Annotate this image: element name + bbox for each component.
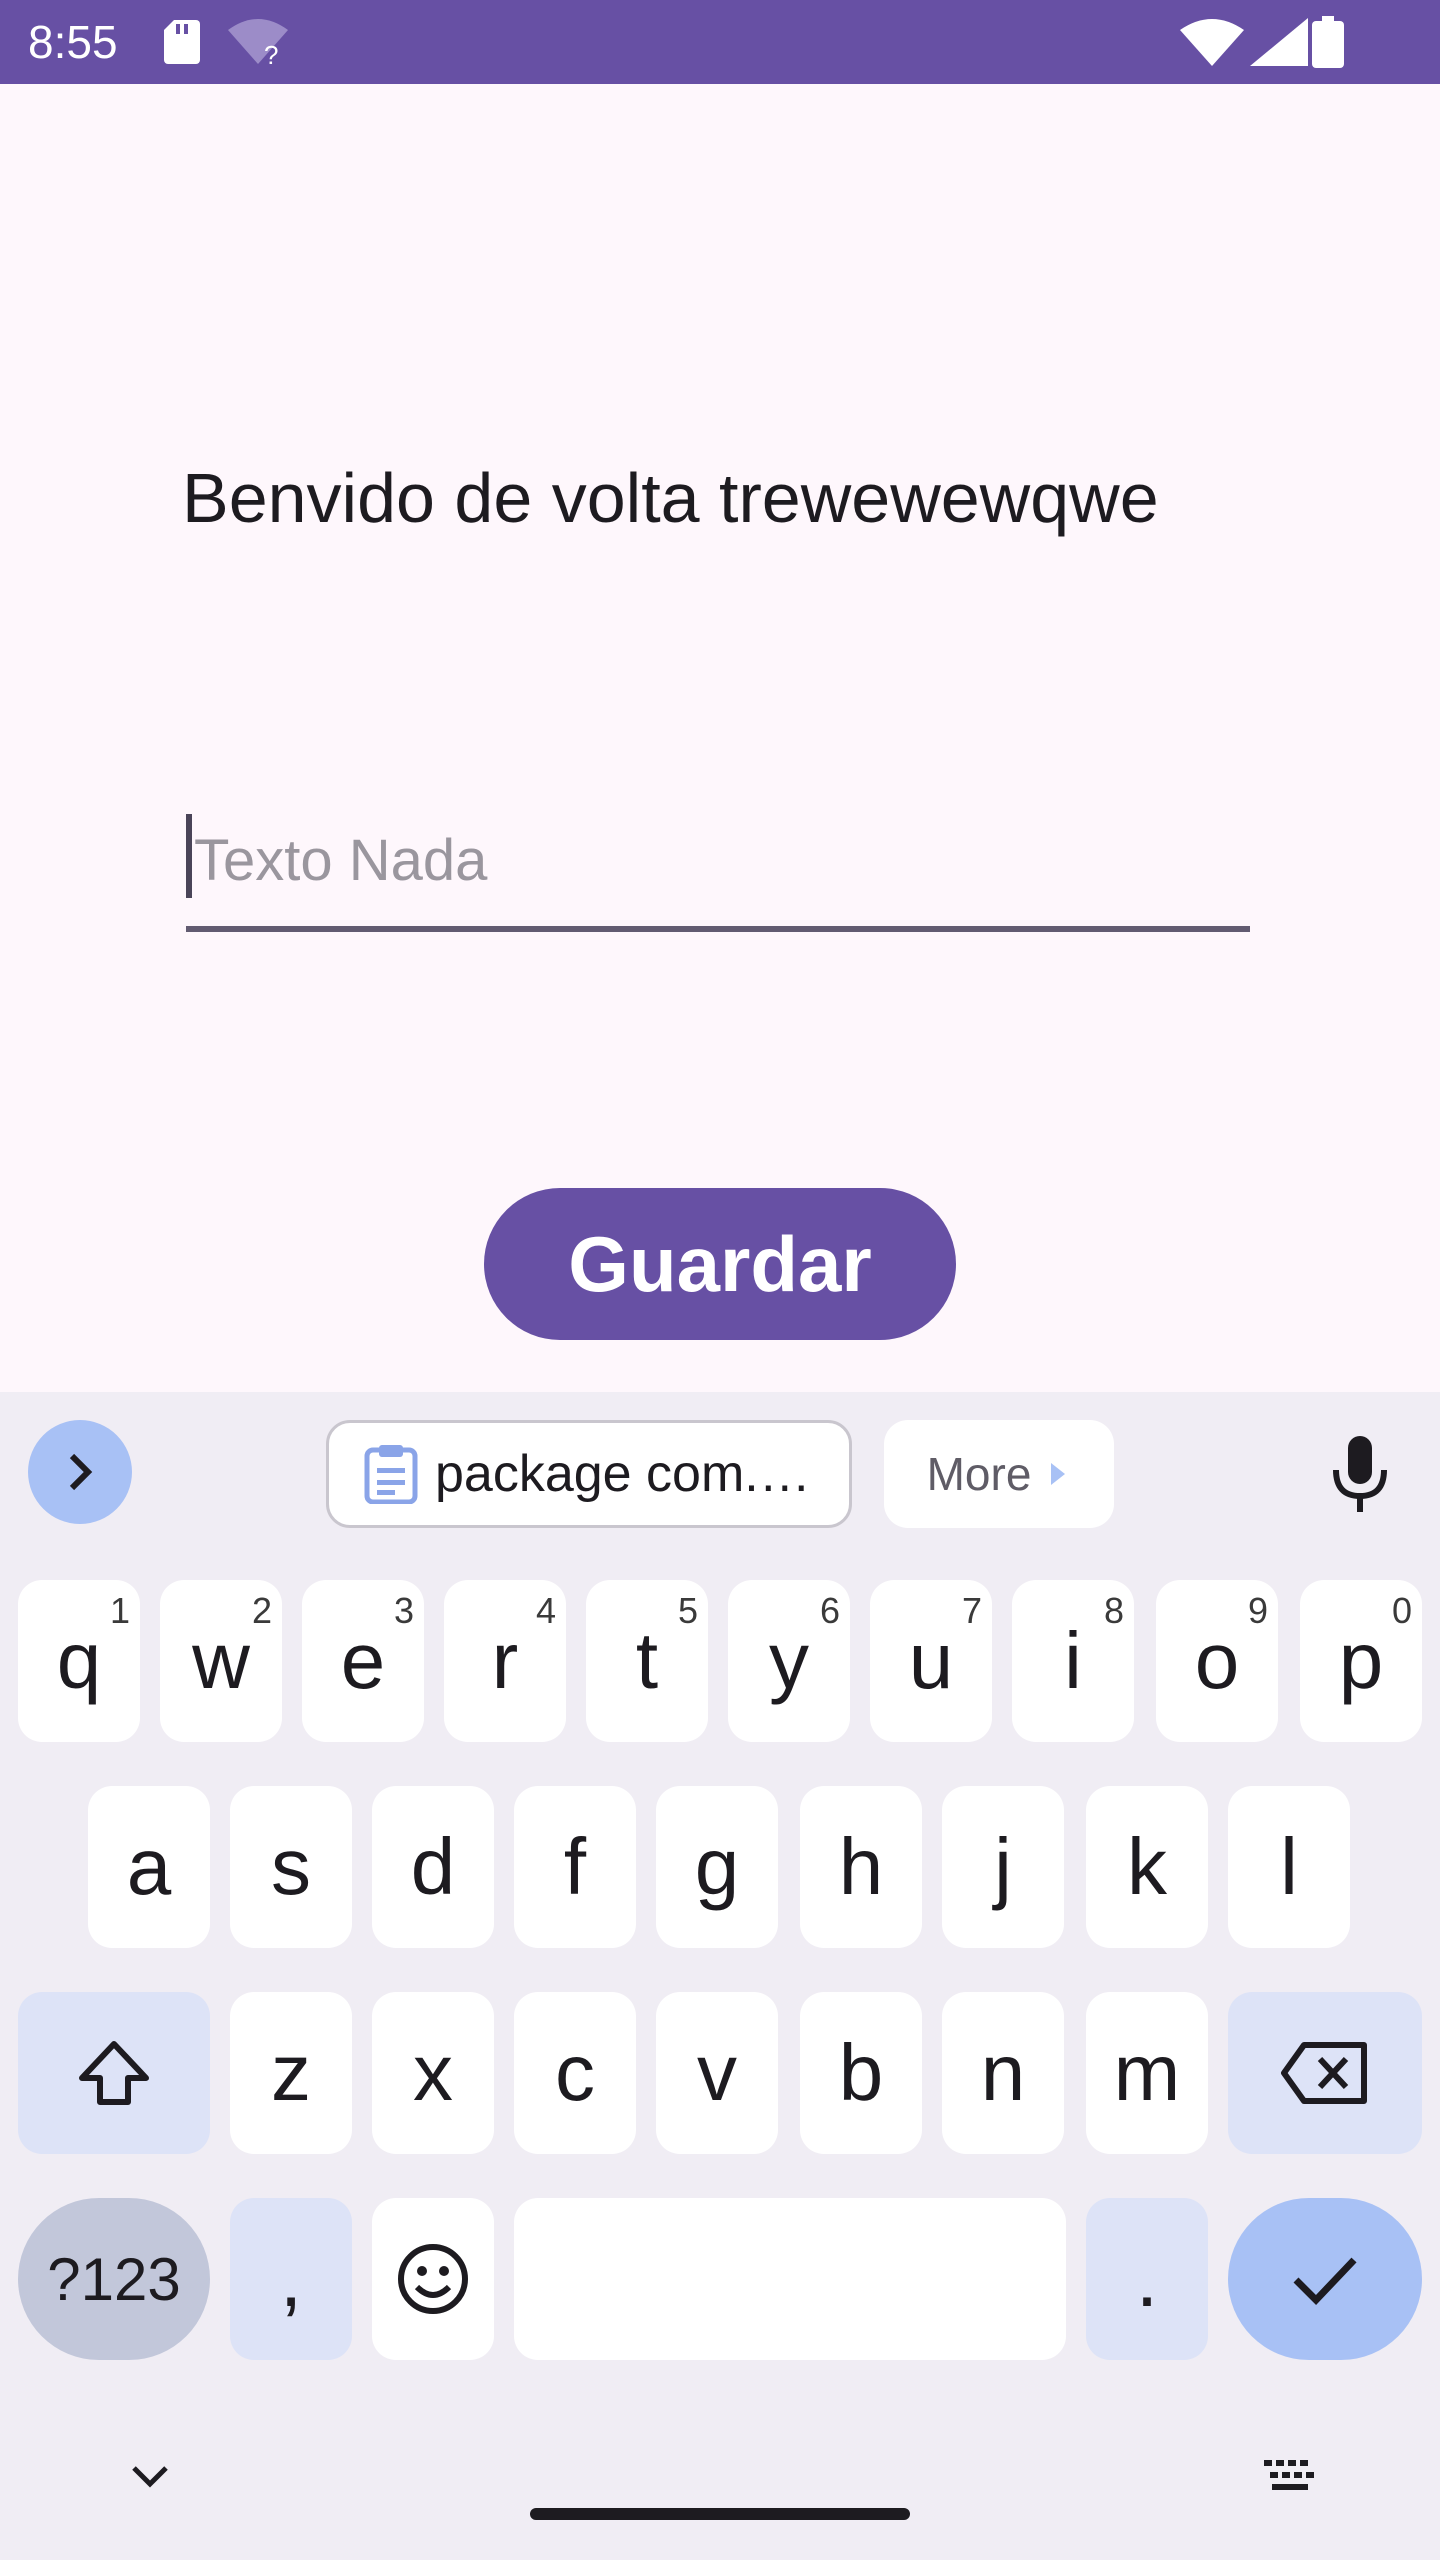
text-field[interactable]: [186, 806, 1258, 934]
key-label: p: [1338, 1616, 1384, 1705]
keyboard: [0, 1392, 1440, 2560]
backspace-key[interactable]: [1228, 1992, 1422, 2154]
keyboard-switch-icon[interactable]: [1262, 2456, 1318, 2496]
key-j[interactable]: j: [942, 1786, 1064, 1948]
space-key[interactable]: [514, 2198, 1066, 2360]
play-arrow-icon: [1051, 1463, 1066, 1485]
key-s[interactable]: s: [230, 1786, 352, 1948]
key-g[interactable]: g: [656, 1786, 778, 1948]
more-suggestions-chip[interactable]: More: [884, 1420, 1114, 1528]
chevron-down-icon[interactable]: [128, 2456, 172, 2496]
key-c[interactable]: c: [514, 1992, 636, 2154]
key-q[interactable]: q 1: [18, 1580, 140, 1742]
shift-key[interactable]: [18, 1992, 210, 2154]
check-icon: [1293, 2257, 1357, 2306]
key-label: i: [1064, 1616, 1082, 1705]
comma-key[interactable]: ,: [230, 2198, 352, 2360]
key-label: u: [908, 1616, 954, 1705]
key-h[interactable]: h: [800, 1786, 922, 1948]
status-time: 8:55: [28, 16, 118, 68]
battery-icon: [1312, 16, 1344, 68]
clipboard-suggestion-chip[interactable]: package com.…: [326, 1420, 852, 1528]
key-o[interactable]: o 9: [1156, 1580, 1278, 1742]
key-hint: 2: [251, 1590, 272, 1631]
key-m[interactable]: m: [1086, 1992, 1208, 2154]
microphone-icon[interactable]: [1324, 1434, 1396, 1514]
signal-icon: [1250, 18, 1308, 66]
key-label: e: [340, 1616, 386, 1705]
key-hint: 0: [1391, 1590, 1412, 1631]
text-input[interactable]: [186, 806, 1258, 914]
chevron-right-icon: [69, 1453, 93, 1491]
key-t[interactable]: t 5: [586, 1580, 708, 1742]
key-hint: 6: [819, 1590, 840, 1631]
key-label: w: [192, 1616, 250, 1705]
key-w[interactable]: w 2: [160, 1580, 282, 1742]
key-a[interactable]: a: [88, 1786, 210, 1948]
key-hint: 9: [1247, 1590, 1268, 1631]
wifi-icon: [1180, 19, 1244, 66]
key-label: r: [491, 1616, 519, 1705]
key-hint: 4: [535, 1590, 556, 1631]
numbers-symbols-key[interactable]: ?123: [18, 2198, 210, 2360]
key-y[interactable]: y 6: [728, 1580, 850, 1742]
text-field-underline: [186, 926, 1250, 932]
key-label: q: [56, 1616, 102, 1705]
key-l[interactable]: l: [1228, 1786, 1350, 1948]
key-label: y: [769, 1616, 809, 1705]
key-hint: 3: [393, 1590, 414, 1631]
svg-text:?: ?: [264, 40, 278, 66]
emoji-key[interactable]: [372, 2198, 494, 2360]
shift-icon: [79, 2041, 149, 2105]
key-label: t: [635, 1616, 659, 1705]
key-label: o: [1194, 1616, 1240, 1705]
welcome-text: Benvido de volta trewewewqwe: [182, 459, 1159, 537]
period-key[interactable]: .: [1086, 2198, 1208, 2360]
key-x[interactable]: x: [372, 1992, 494, 2154]
key-n[interactable]: n: [942, 1992, 1064, 2154]
wifi-question-icon: ?: [228, 19, 288, 66]
key-v[interactable]: v: [656, 1992, 778, 2154]
key-hint: 7: [961, 1590, 982, 1631]
home-indicator[interactable]: [530, 2508, 910, 2520]
done-key[interactable]: [1228, 2198, 1422, 2360]
key-z[interactable]: z: [230, 1992, 352, 2154]
emoji-icon: [398, 2244, 468, 2314]
key-i[interactable]: i 8: [1012, 1580, 1134, 1742]
clipboard-icon: [364, 1445, 418, 1504]
key-u[interactable]: u 7: [870, 1580, 992, 1742]
key-p[interactable]: p 0: [1300, 1580, 1422, 1742]
clipboard-chip-text: package com.…: [435, 1445, 811, 1503]
keyboard-toolbar-expand-button[interactable]: [28, 1420, 132, 1524]
key-b[interactable]: b: [800, 1992, 922, 2154]
text-cursor: [186, 814, 192, 898]
key-f[interactable]: f: [514, 1786, 636, 1948]
key-r[interactable]: r 4: [444, 1580, 566, 1742]
backspace-icon: [1281, 2042, 1367, 2104]
key-hint: 8: [1103, 1590, 1124, 1631]
key-d[interactable]: d: [372, 1786, 494, 1948]
key-hint: 1: [109, 1590, 130, 1631]
key-e[interactable]: e 3: [302, 1580, 424, 1742]
save-button[interactable]: Guardar: [484, 1188, 956, 1340]
sd-card-icon: [164, 20, 200, 64]
key-k[interactable]: k: [1086, 1786, 1208, 1948]
more-chip-label: More: [926, 1448, 1032, 1500]
key-hint: 5: [677, 1590, 698, 1631]
